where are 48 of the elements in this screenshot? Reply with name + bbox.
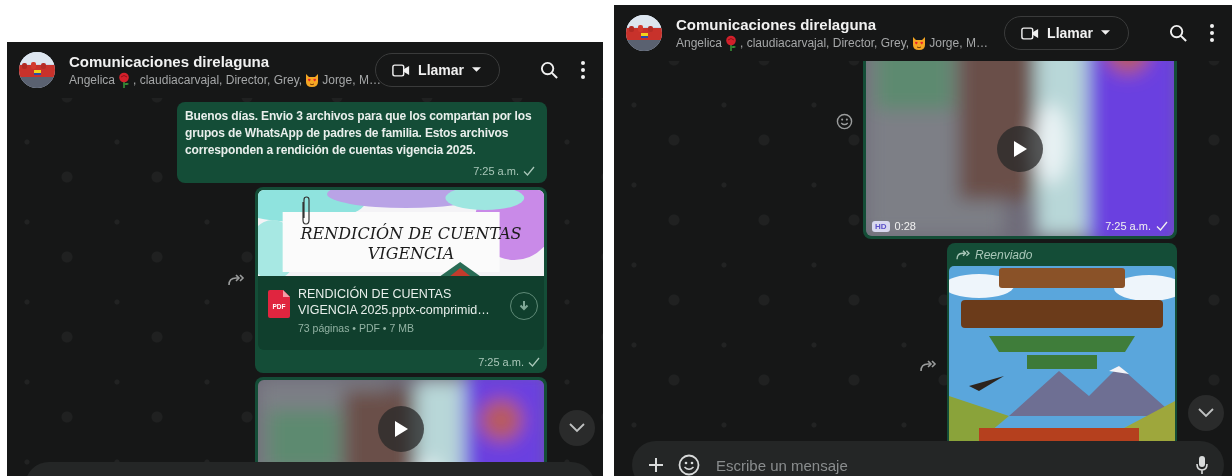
participant-names: , claudiacarvajal, Director, Grey, — [740, 35, 910, 50]
video-duration: 0:28 — [894, 220, 917, 232]
rose-icon — [117, 71, 132, 88]
chat-title: Comunicaciones direlaguna — [676, 15, 878, 33]
forwarded-icon — [955, 249, 971, 261]
cat-icon — [911, 34, 928, 51]
search-icon — [540, 60, 559, 80]
file-details: 73 páginas • PDF • 7 MB — [298, 322, 415, 334]
cat-icon — [304, 71, 321, 88]
message-time: 7:25 a.m. — [1105, 220, 1151, 232]
scroll-down-button[interactable] — [559, 410, 595, 446]
rose-icon — [724, 34, 739, 51]
scroll-down-button[interactable] — [1188, 395, 1224, 431]
chevron-down-icon — [569, 423, 585, 433]
forward-button[interactable] — [919, 358, 937, 373]
preview-title: RENDICIÓN DE CUENTAS VIGENCIA — [299, 224, 523, 264]
message-time: 7:25 a.m. — [478, 356, 524, 368]
search-icon — [1169, 23, 1188, 43]
play-icon — [393, 420, 409, 438]
check-icon — [523, 166, 535, 176]
download-icon — [518, 300, 530, 312]
file-name: RENDICIÓN DE CUENTAS VIGENCIA 2025.pptx-comprimid… — [298, 286, 491, 318]
plus-icon[interactable] — [648, 457, 664, 473]
hd-badge: HD — [872, 220, 890, 232]
message-text: Buenos días. Envio 3 archivos para que los compartan por los grupos de WhatsApp de padres de familia. Estos archivos corresponden a rendición de cuentas vigencia 2025. — [185, 108, 533, 159]
menu-icon — [581, 61, 585, 79]
check-icon — [528, 357, 540, 367]
message-composer[interactable]: Escribe un mensaje — [632, 441, 1224, 476]
video-camera-icon — [392, 63, 411, 77]
participant-names: Angelica — [69, 72, 116, 87]
menu-icon — [1210, 24, 1214, 42]
message-field[interactable]: Escribe un mensaje — [714, 455, 1182, 475]
emoji-react-button[interactable] — [836, 112, 853, 130]
caret-icon — [472, 67, 481, 73]
chevron-down-icon — [1198, 408, 1214, 418]
participant-names: Jorge, M… — [929, 35, 988, 50]
emoji-icon[interactable] — [678, 454, 700, 476]
check-icon — [1156, 221, 1168, 231]
participant-names: Angelica — [676, 35, 723, 50]
participant-names: , claudiacarvajal, Director, Grey, — [133, 72, 303, 87]
chat-title: Comunicaciones direlaguna — [69, 52, 271, 70]
microphone-icon[interactable] — [1196, 455, 1208, 475]
forwarded-label: Reenviado — [975, 248, 1033, 262]
caret-icon — [1101, 30, 1110, 36]
message-time: 7:25 a.m. — [473, 165, 519, 177]
video-camera-icon — [1021, 26, 1040, 40]
play-icon — [1012, 140, 1028, 158]
forward-button[interactable] — [227, 273, 245, 287]
